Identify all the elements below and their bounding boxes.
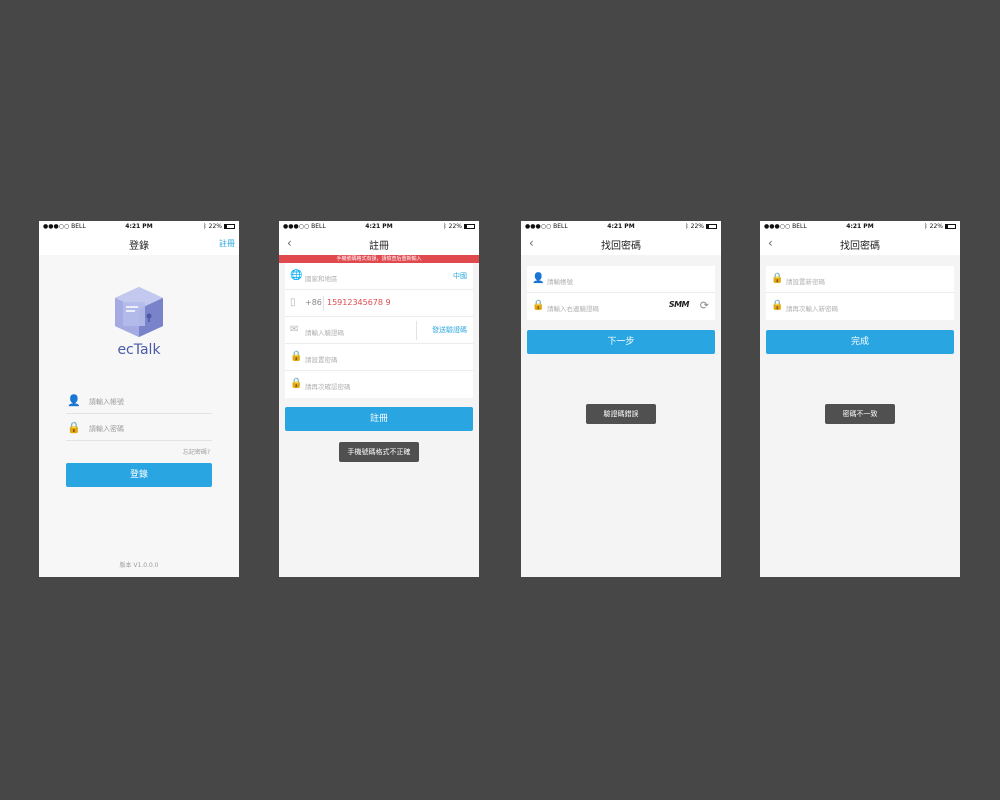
password-field[interactable]: 🔒 請設置密碼 bbox=[285, 344, 473, 371]
password-placeholder: 請設置密碼 bbox=[305, 356, 338, 364]
nav-bar: 登錄 註冊 bbox=[39, 233, 239, 255]
forgot-password-link[interactable]: 忘記密碼? bbox=[183, 447, 210, 456]
status-bar: ●●●○○ BELL 4:21 PM ᛒ 22% bbox=[760, 221, 960, 233]
battery-indicator: ᛒ 22% bbox=[203, 223, 235, 230]
confirm-placeholder: 請再次確認密碼 bbox=[305, 383, 351, 391]
new-password-placeholder: 請設置新密碼 bbox=[786, 278, 825, 286]
region-placeholder: 國家和地區 bbox=[305, 275, 338, 283]
refresh-icon[interactable]: ⟳ bbox=[700, 299, 709, 312]
error-toast: 手機號碼格式不正確 bbox=[339, 442, 419, 462]
user-icon: 👤 bbox=[67, 394, 81, 407]
username-field[interactable]: 👤 請輸入帳號 bbox=[66, 388, 212, 414]
page-title: 找回密碼 bbox=[840, 241, 880, 252]
bluetooth-icon: ᛒ bbox=[203, 223, 207, 230]
error-toast: 密碼不一致 bbox=[825, 404, 895, 424]
brand-name: ecTalk bbox=[117, 342, 161, 358]
battery-percent: 22% bbox=[448, 223, 462, 230]
battery-indicator: ᛒ 22% bbox=[685, 223, 717, 230]
new-password-field[interactable]: 🔒 請設置新密碼 bbox=[766, 266, 954, 293]
captcha-image[interactable]: SMM bbox=[669, 300, 690, 309]
phone-icon: ▯ bbox=[290, 297, 296, 308]
password-field[interactable]: 🔒 請輸入密碼 bbox=[66, 415, 212, 441]
lock-icon: 🔒 bbox=[771, 300, 784, 311]
bluetooth-icon: ᛒ bbox=[685, 223, 689, 230]
user-icon: 👤 bbox=[532, 273, 545, 284]
login-screen: ●●●○○ BELL 4:21 PM ᛒ 22% 登錄 註冊 ecTalk 👤 … bbox=[39, 221, 239, 577]
lock-icon: 🔒 bbox=[290, 351, 303, 362]
done-button[interactable]: 完成 bbox=[766, 330, 954, 354]
lock-icon: 🔒 bbox=[290, 378, 303, 389]
status-bar: ●●●○○ BELL 4:21 PM ᛒ 22% bbox=[521, 221, 721, 233]
status-bar: ●●●○○ BELL 4:21 PM ᛒ 22% bbox=[279, 221, 479, 233]
page-title: 登錄 bbox=[129, 241, 149, 252]
account-field[interactable]: 👤 請輸帳號 bbox=[527, 266, 715, 293]
confirm-placeholder: 請再次輸入新密碼 bbox=[786, 305, 838, 313]
battery-icon bbox=[945, 224, 956, 229]
lock-icon: 🔒 bbox=[532, 300, 545, 311]
register-button[interactable]: 註冊 bbox=[285, 407, 473, 431]
error-toast: 驗證碼錯誤 bbox=[586, 404, 656, 424]
recover-form: 👤 請輸帳號 🔒 請輸入右邊驗證碼 SMM ⟳ bbox=[527, 266, 715, 320]
reset-password-screen: ●●●○○ BELL 4:21 PM ᛒ 22% ‹ 找回密碼 🔒 請設置新密碼… bbox=[760, 221, 960, 577]
confirm-password-field[interactable]: 🔒 請再次輸入新密碼 bbox=[766, 293, 954, 320]
username-placeholder: 請輸入帳號 bbox=[89, 398, 124, 406]
battery-indicator: ᛒ 22% bbox=[924, 223, 956, 230]
confirm-password-field[interactable]: 🔒 請再次確認密碼 bbox=[285, 371, 473, 398]
reset-form: 🔒 請設置新密碼 🔒 請再次輸入新密碼 bbox=[766, 266, 954, 320]
captcha-field[interactable]: 🔒 請輸入右邊驗證碼 SMM ⟳ bbox=[527, 293, 715, 320]
mail-icon: ✉ bbox=[290, 324, 299, 335]
battery-icon bbox=[464, 224, 475, 229]
page-title: 註冊 bbox=[369, 241, 389, 252]
lock-icon: 🔒 bbox=[67, 421, 81, 434]
ectalk-logo-icon bbox=[115, 287, 163, 337]
divider bbox=[323, 296, 324, 311]
register-screen: ●●●○○ BELL 4:21 PM ᛒ 22% ‹ 註冊 手機號碼格式有誤，請… bbox=[279, 221, 479, 577]
battery-icon bbox=[706, 224, 717, 229]
nav-bar: ‹ 找回密碼 bbox=[760, 233, 960, 255]
account-placeholder: 請輸帳號 bbox=[547, 278, 573, 286]
version-label: 版本 V1.0.0.0 bbox=[119, 562, 159, 569]
register-link[interactable]: 註冊 bbox=[219, 238, 235, 249]
battery-percent: 22% bbox=[690, 223, 704, 230]
password-placeholder: 請輸入密碼 bbox=[89, 425, 124, 433]
country-code: +86 bbox=[305, 298, 322, 307]
code-placeholder: 請輸入驗證碼 bbox=[305, 329, 344, 337]
next-button[interactable]: 下一步 bbox=[527, 330, 715, 354]
nav-bar: ‹ 註冊 bbox=[279, 233, 479, 255]
error-banner: 手機號碼格式有誤，請檢查后重新輸入 bbox=[279, 255, 479, 263]
bluetooth-icon: ᛒ bbox=[443, 223, 447, 230]
region-value[interactable]: 中國 bbox=[453, 271, 467, 281]
battery-indicator: ᛒ 22% bbox=[443, 223, 475, 230]
bluetooth-icon: ᛒ bbox=[924, 223, 928, 230]
page-title: 找回密碼 bbox=[601, 241, 641, 252]
battery-percent: 22% bbox=[929, 223, 943, 230]
login-button[interactable]: 登錄 bbox=[66, 463, 212, 487]
divider bbox=[416, 321, 417, 340]
globe-icon: 🌐 bbox=[290, 270, 303, 281]
battery-percent: 22% bbox=[208, 223, 222, 230]
phone-field[interactable]: ▯ +86 15912345678 9 bbox=[285, 290, 473, 317]
nav-bar: ‹ 找回密碼 bbox=[521, 233, 721, 255]
code-field[interactable]: ✉ 請輸入驗證碼 發送驗證碼 bbox=[285, 317, 473, 344]
lock-icon: 🔒 bbox=[771, 273, 784, 284]
status-bar: ●●●○○ BELL 4:21 PM ᛒ 22% bbox=[39, 221, 239, 233]
register-form: 🌐 國家和地區 中國 ▯ +86 15912345678 9 ✉ 請輸入驗證碼 … bbox=[285, 263, 473, 398]
phone-input-value: 15912345678 9 bbox=[327, 298, 391, 307]
send-code-button[interactable]: 發送驗證碼 bbox=[432, 325, 467, 335]
battery-icon bbox=[224, 224, 235, 229]
region-field[interactable]: 🌐 國家和地區 中國 bbox=[285, 263, 473, 290]
recover-password-screen: ●●●○○ BELL 4:21 PM ᛒ 22% ‹ 找回密碼 👤 請輸帳號 🔒… bbox=[521, 221, 721, 577]
captcha-placeholder: 請輸入右邊驗證碼 bbox=[547, 305, 599, 313]
